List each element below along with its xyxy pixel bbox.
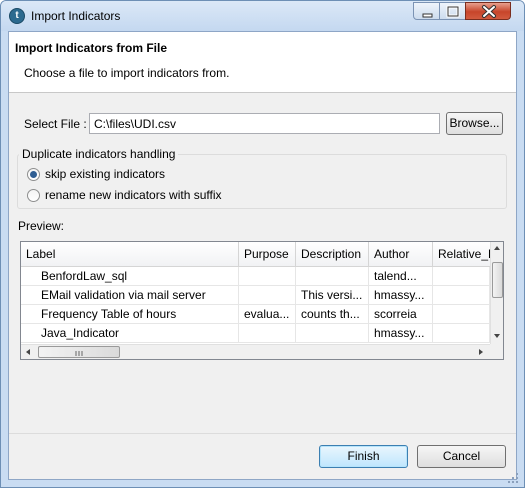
maximize-button[interactable] bbox=[439, 2, 466, 20]
cell-description bbox=[296, 324, 369, 343]
cell-author: hmassy... bbox=[369, 324, 433, 343]
column-header-label[interactable]: Label bbox=[21, 242, 239, 266]
scroll-up-arrow-icon[interactable] bbox=[494, 246, 500, 250]
finish-button[interactable]: Finish bbox=[319, 445, 408, 468]
preview-table[interactable]: Label Purpose Description Author Relativ… bbox=[20, 241, 504, 360]
scroll-right-arrow-icon[interactable] bbox=[479, 349, 483, 355]
table-row[interactable]: BenfordLaw_sql talend... bbox=[21, 267, 490, 286]
table-row[interactable]: Java_Indicator hmassy... bbox=[21, 324, 490, 343]
cell-label: BenfordLaw_sql bbox=[21, 267, 239, 286]
skip-existing-radio[interactable] bbox=[27, 168, 40, 181]
rename-suffix-radio[interactable] bbox=[27, 189, 40, 202]
cell-author: hmassy... bbox=[369, 286, 433, 305]
scroll-left-arrow-icon[interactable] bbox=[26, 349, 30, 355]
cell-relative-path bbox=[433, 267, 490, 286]
close-button[interactable] bbox=[465, 2, 511, 20]
column-header-relative-path[interactable]: Relative_P bbox=[433, 242, 490, 266]
dialog-body: Import Indicators from File Choose a fil… bbox=[8, 31, 517, 480]
scroll-down-arrow-icon[interactable] bbox=[494, 334, 500, 338]
window-title: Import Indicators bbox=[31, 9, 121, 23]
cell-author: talend... bbox=[369, 267, 433, 286]
cancel-button[interactable]: Cancel bbox=[417, 445, 506, 468]
scrollbar-corner bbox=[490, 344, 503, 359]
import-indicators-window: t Import Indicators Import Indicators fr… bbox=[0, 0, 525, 488]
horizontal-scrollbar[interactable] bbox=[21, 344, 490, 359]
table-row[interactable]: EMail validation via mail server This ve… bbox=[21, 286, 490, 305]
cell-description bbox=[296, 267, 369, 286]
dialog-header: Import Indicators from File Choose a fil… bbox=[9, 32, 516, 93]
cell-label: Frequency Table of hours bbox=[21, 305, 239, 324]
vertical-scrollbar[interactable] bbox=[490, 242, 503, 344]
cell-purpose bbox=[239, 286, 296, 305]
cell-relative-path bbox=[433, 286, 490, 305]
cell-description: counts th... bbox=[296, 305, 369, 324]
minimize-button[interactable] bbox=[413, 2, 440, 20]
column-header-description[interactable]: Description bbox=[296, 242, 369, 266]
close-icon bbox=[482, 5, 496, 18]
file-path-input[interactable] bbox=[89, 113, 440, 134]
vertical-scroll-thumb[interactable] bbox=[492, 262, 503, 298]
horizontal-scroll-thumb[interactable] bbox=[38, 346, 120, 358]
preview-label: Preview: bbox=[18, 219, 65, 233]
cell-purpose bbox=[239, 324, 296, 343]
talend-app-icon: t bbox=[9, 8, 25, 24]
skip-existing-label[interactable]: skip existing indicators bbox=[45, 167, 165, 181]
column-header-author[interactable]: Author bbox=[369, 242, 433, 266]
cell-relative-path bbox=[433, 324, 490, 343]
rename-suffix-label[interactable]: rename new indicators with suffix bbox=[45, 188, 222, 202]
footer-divider bbox=[9, 433, 516, 434]
cell-purpose: evalua... bbox=[239, 305, 296, 324]
table-header: Label Purpose Description Author Relativ… bbox=[21, 242, 490, 267]
maximize-icon bbox=[446, 5, 460, 18]
cell-relative-path bbox=[433, 305, 490, 324]
cell-label: Java_Indicator bbox=[21, 324, 239, 343]
browse-button[interactable]: Browse... bbox=[446, 112, 503, 135]
cell-purpose bbox=[239, 267, 296, 286]
column-header-purpose[interactable]: Purpose bbox=[239, 242, 296, 266]
cell-description: This versi... bbox=[296, 286, 369, 305]
scroll-grip-icon bbox=[75, 351, 83, 356]
resize-grip-icon[interactable] bbox=[506, 471, 520, 485]
select-file-label: Select File : bbox=[24, 117, 87, 131]
cell-author: scorreia bbox=[369, 305, 433, 324]
cell-label: EMail validation via mail server bbox=[21, 286, 239, 305]
duplicate-handling-title: Duplicate indicators handling bbox=[19, 147, 179, 161]
dialog-header-description: Choose a file to import indicators from. bbox=[24, 66, 230, 80]
minimize-icon bbox=[422, 13, 433, 18]
dialog-header-title: Import Indicators from File bbox=[15, 41, 168, 55]
table-row[interactable]: Frequency Table of hours evalua... count… bbox=[21, 305, 490, 324]
title-bar[interactable]: t Import Indicators bbox=[1, 1, 524, 31]
